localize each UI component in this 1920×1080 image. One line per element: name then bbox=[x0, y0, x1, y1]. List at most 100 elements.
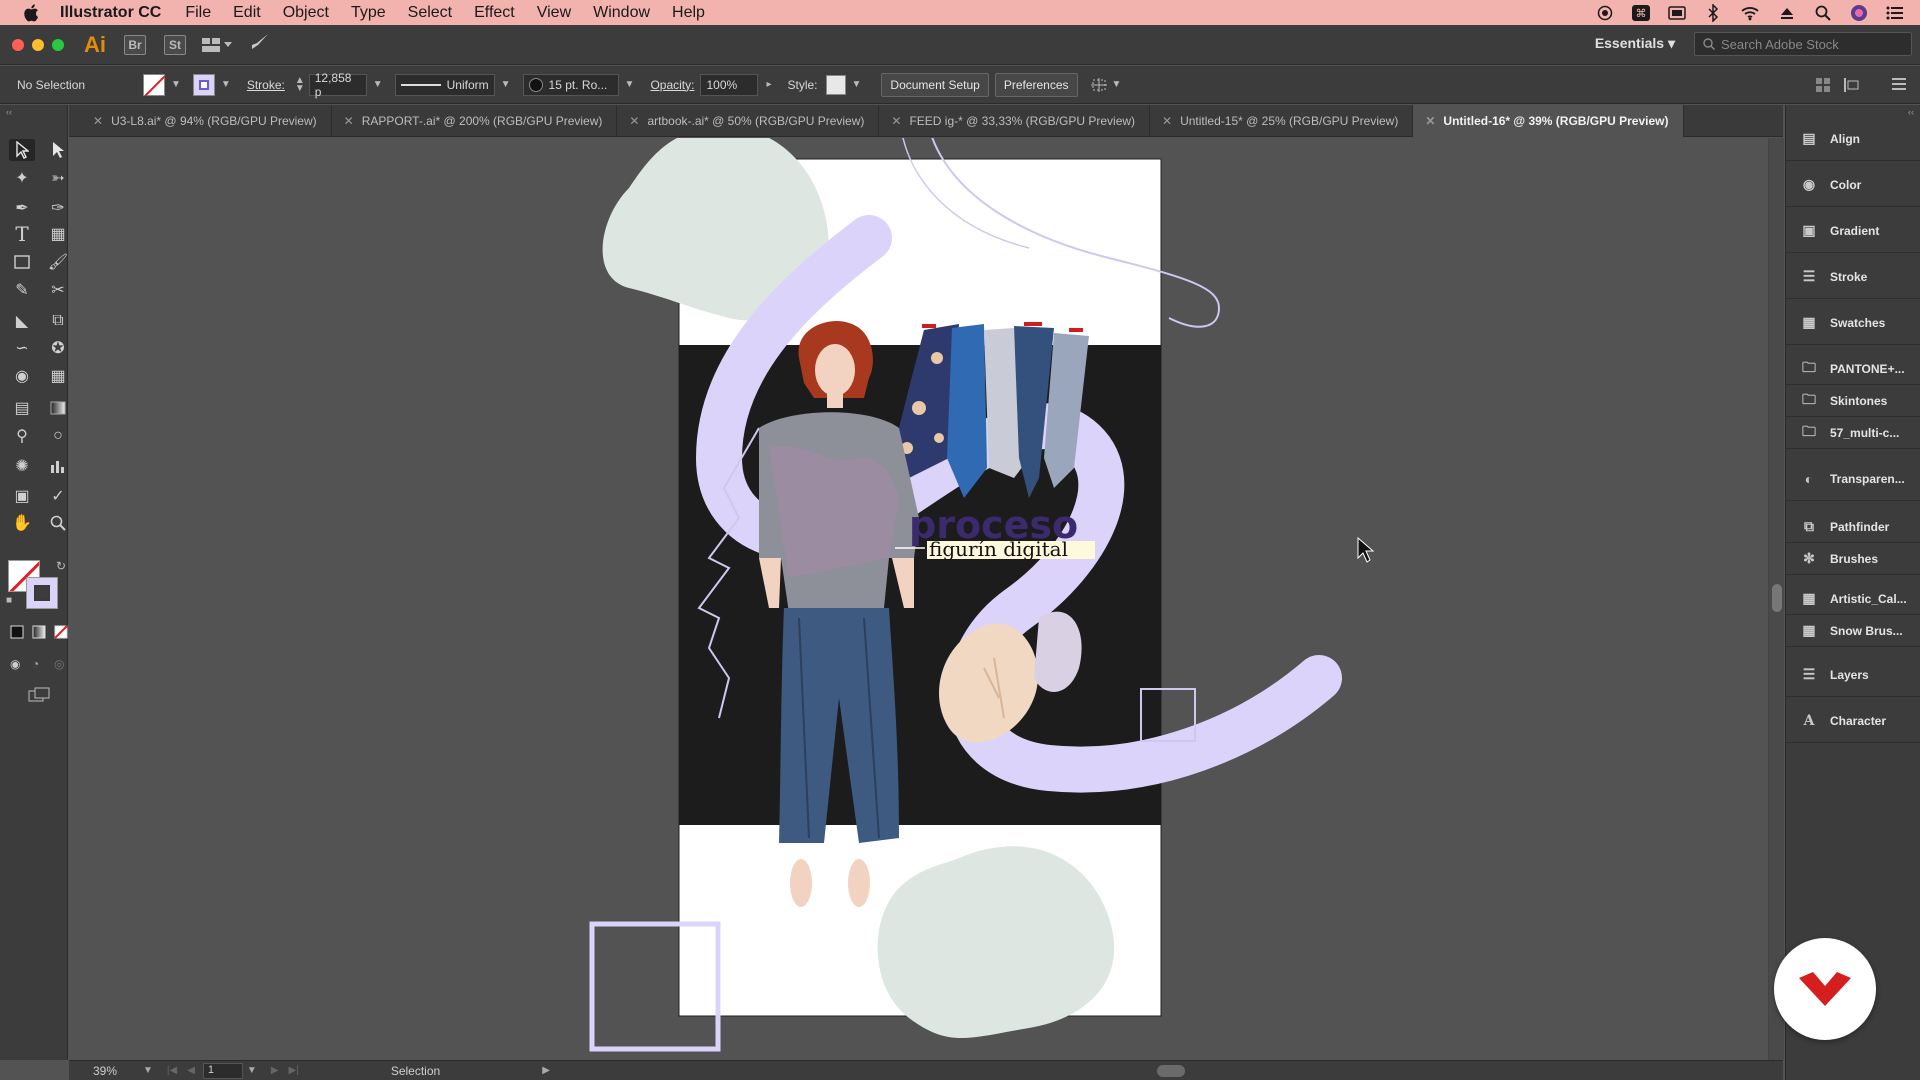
swap-fill-stroke-icon[interactable]: ↻ bbox=[56, 559, 66, 573]
wifi-icon[interactable] bbox=[1740, 5, 1760, 21]
slice-tool-icon[interactable]: ✓ bbox=[45, 485, 71, 507]
zoom-window-button[interactable] bbox=[52, 38, 64, 51]
close-tab-icon[interactable]: ✕ bbox=[629, 114, 639, 128]
puppet-warp-tool-icon[interactable]: ✪ bbox=[45, 337, 71, 359]
panel-snow-brushes[interactable]: ▦ Snow Brus... bbox=[1786, 615, 1920, 647]
chevron-down-icon[interactable]: ▼ bbox=[852, 79, 862, 90]
preferences-button[interactable]: Preferences bbox=[994, 72, 1078, 97]
status-menu-icon[interactable]: ▶ bbox=[542, 1065, 550, 1076]
bridge-button[interactable]: Br bbox=[124, 34, 146, 55]
hand-tool-icon[interactable]: ✋ bbox=[9, 512, 35, 534]
close-tab-icon[interactable]: ✕ bbox=[891, 114, 901, 128]
distribute-icon[interactable] bbox=[1844, 78, 1862, 95]
gradient-tool-icon[interactable] bbox=[45, 397, 71, 419]
stroke-color-box[interactable] bbox=[26, 577, 58, 609]
chevron-down-icon[interactable]: ▼ bbox=[373, 79, 383, 90]
default-fill-stroke-icon[interactable]: ■ bbox=[6, 595, 12, 606]
perspective-grid-tool-icon[interactable]: ▦ bbox=[45, 365, 71, 387]
screen-mode-icon[interactable] bbox=[28, 687, 50, 708]
panel-align[interactable]: ▤ Align bbox=[1786, 117, 1920, 161]
tab-document[interactable]: ✕ FEED ig-* @ 33,33% (RGB/GPU Preview) bbox=[879, 105, 1151, 137]
width-tool-icon[interactable]: ∽ bbox=[9, 337, 35, 359]
panel-pantone[interactable]: 🗀 PANTONE+... bbox=[1786, 353, 1920, 385]
pen-tool-icon[interactable]: ✒ bbox=[9, 197, 35, 219]
chevron-right-icon[interactable]: ▸ bbox=[766, 79, 771, 90]
workspace-switcher[interactable]: Essentials ▾ bbox=[1595, 35, 1675, 52]
tab-document-active[interactable]: ✕ Untitled-16* @ 39% (RGB/GPU Preview) bbox=[1413, 105, 1684, 137]
eject-icon[interactable] bbox=[1778, 6, 1796, 20]
chevron-down-icon[interactable]: ▼ bbox=[171, 79, 181, 90]
menu-select[interactable]: Select bbox=[408, 4, 452, 22]
panel-layers[interactable]: ☰ Layers bbox=[1786, 653, 1920, 697]
zoom-level[interactable]: 39% bbox=[69, 1064, 139, 1078]
table-grid-tool-icon[interactable]: ▦ bbox=[45, 223, 71, 245]
blend-tool-icon[interactable]: ○ bbox=[45, 425, 71, 447]
notification-center-icon[interactable] bbox=[1886, 6, 1904, 20]
vertical-scrollbar[interactable] bbox=[1768, 138, 1784, 1060]
brush-definition[interactable]: 15 pt. Ro... bbox=[522, 73, 619, 96]
arrange-documents-icon[interactable] bbox=[202, 37, 232, 52]
last-artboard-icon[interactable]: ▶| bbox=[289, 1065, 299, 1076]
panel-skintones[interactable]: 🗀 Skintones bbox=[1786, 385, 1920, 417]
next-artboard-icon[interactable]: ▶ bbox=[271, 1065, 279, 1076]
zoom-tool-icon[interactable] bbox=[45, 512, 71, 534]
tab-document[interactable]: ✕ Untitled-15* @ 25% (RGB/GPU Preview) bbox=[1150, 105, 1414, 137]
none-mode-icon[interactable] bbox=[54, 625, 68, 644]
artboard-tool-icon[interactable]: ▣ bbox=[9, 485, 35, 507]
bluetooth-icon[interactable] bbox=[1704, 3, 1722, 22]
panel-swatches[interactable]: ▦ Swatches bbox=[1786, 301, 1920, 345]
chevron-down-icon[interactable]: ▼ bbox=[247, 1065, 257, 1076]
menu-object[interactable]: Object bbox=[283, 4, 329, 22]
tab-document[interactable]: ✕ RAPPORT-.ai* @ 200% (RGB/GPU Preview) bbox=[332, 105, 618, 137]
stroke-label[interactable]: Stroke: bbox=[247, 78, 285, 92]
menu-effect[interactable]: Effect bbox=[474, 4, 515, 22]
expand-panels-icon[interactable]: ‹‹ bbox=[1908, 107, 1914, 117]
scale-tool-icon[interactable]: ⧉ bbox=[45, 310, 71, 332]
rectangle-tool-icon[interactable] bbox=[9, 251, 35, 273]
menu-file[interactable]: File bbox=[185, 4, 211, 22]
eyedropper-tool-icon[interactable]: ⚲ bbox=[9, 425, 35, 447]
panel-menu-icon[interactable] bbox=[1892, 78, 1906, 93]
status-mode[interactable]: Selection bbox=[391, 1064, 440, 1078]
panel-transparency[interactable]: ◐ Transparen... bbox=[1786, 457, 1920, 501]
graphic-style-swatch[interactable] bbox=[825, 74, 846, 95]
chevron-down-icon[interactable]: ▼ bbox=[625, 79, 635, 90]
first-artboard-icon[interactable]: |◀ bbox=[167, 1065, 177, 1076]
reflect-tool-icon[interactable]: ◣ bbox=[9, 310, 35, 332]
stroke-stepper-icon[interactable]: ▲ ▼ bbox=[295, 75, 305, 93]
horizontal-scrollbar-thumb[interactable] bbox=[1157, 1065, 1185, 1077]
magic-wand-tool-icon[interactable]: ✦ bbox=[9, 167, 35, 189]
lasso-tool-icon[interactable]: ➳ bbox=[45, 167, 71, 189]
tab-document[interactable]: ✕ artbook-.ai* @ 50% (RGB/GPU Preview) bbox=[617, 105, 880, 137]
draw-behind-icon[interactable]: ◔ bbox=[32, 657, 39, 671]
opacity-label[interactable]: Opacity: bbox=[650, 78, 694, 92]
menu-window[interactable]: Window bbox=[593, 4, 650, 22]
chevron-down-icon[interactable]: ▼ bbox=[221, 79, 231, 90]
direct-selection-tool-icon[interactable] bbox=[45, 139, 71, 161]
chevron-down-icon[interactable]: ▼ bbox=[501, 79, 511, 90]
app-menu[interactable]: Illustrator CC bbox=[60, 4, 161, 22]
artwork-subtitle[interactable]: figurín digital bbox=[929, 537, 1068, 561]
selection-tool-icon[interactable] bbox=[9, 139, 35, 161]
type-tool-icon[interactable]: T bbox=[9, 222, 35, 246]
mesh-tool-icon[interactable]: ▤ bbox=[9, 397, 35, 419]
menu-view[interactable]: View bbox=[537, 4, 571, 22]
display-icon[interactable] bbox=[1668, 5, 1686, 20]
variable-width-profile[interactable]: Uniform bbox=[394, 73, 495, 96]
document-setup-button[interactable]: Document Setup bbox=[881, 72, 989, 97]
panel-stroke[interactable]: ☰ Stroke bbox=[1786, 255, 1920, 299]
gradient-mode-icon[interactable] bbox=[32, 625, 46, 644]
apple-icon[interactable] bbox=[18, 0, 44, 25]
close-tab-icon[interactable]: ✕ bbox=[1162, 114, 1172, 128]
color-mode-icon[interactable] bbox=[10, 625, 24, 644]
fill-swatch[interactable] bbox=[143, 73, 165, 96]
close-tab-icon[interactable]: ✕ bbox=[1425, 114, 1435, 128]
draw-inside-icon[interactable]: ◎ bbox=[54, 657, 64, 671]
command-icon[interactable]: ⌘ bbox=[1632, 4, 1650, 21]
tab-document[interactable]: ✕ U3-L8.ai* @ 94% (RGB/GPU Preview) bbox=[69, 105, 332, 137]
artwork[interactable]: proceso figurín digital bbox=[69, 138, 1769, 1060]
stock-button[interactable]: St bbox=[164, 34, 186, 55]
panel-gradient[interactable]: ▣ Gradient bbox=[1786, 209, 1920, 253]
shape-builder-tool-icon[interactable]: ◉ bbox=[9, 365, 35, 387]
canvas-area[interactable]: proceso figurín digital bbox=[69, 138, 1769, 1060]
